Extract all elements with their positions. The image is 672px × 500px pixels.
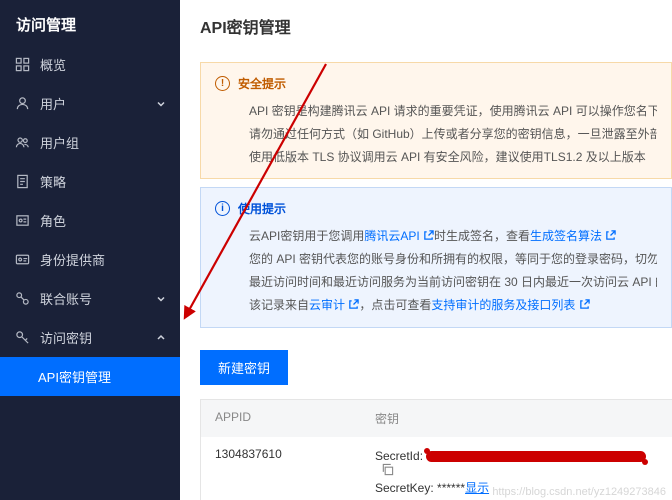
security-alert: ! 安全提示 API 密钥是构建腾讯云 API 请求的重要凭证，使用腾讯云 AP… [200, 62, 672, 179]
sig-link[interactable]: 生成签名算法 [530, 229, 616, 243]
watermark: https://blog.csdn.net/yz1249273846 [492, 486, 666, 498]
sidebar: 访问管理 概览 用户 用户组 策略 角色 身份提供商 联合账 [0, 0, 180, 500]
chevron-down-icon [156, 291, 166, 306]
sidebar-item-label: 用户组 [40, 133, 79, 152]
alert-item: 云API密钥用于您调用腾讯云API 时生成签名，查看生成签名算法 [249, 225, 657, 248]
table-header: APPID 密钥 [201, 400, 672, 437]
col-key: 密钥 [361, 400, 672, 437]
external-link-icon [423, 226, 434, 237]
sidebar-item-label: 角色 [40, 211, 66, 230]
key-icon [14, 330, 30, 346]
user-icon [14, 96, 30, 112]
col-appid: APPID [201, 400, 361, 437]
external-link-icon [348, 295, 359, 306]
external-link-icon [579, 295, 590, 306]
create-key-button[interactable]: 新建密钥 [200, 350, 288, 385]
sidebar-item-usergroups[interactable]: 用户组 [0, 123, 180, 162]
sidebar-item-federated[interactable]: 联合账号 [0, 279, 180, 318]
role-icon [14, 213, 30, 229]
cell-appid: 1304837610 [201, 437, 361, 500]
sidebar-item-accesskeys[interactable]: 访问密钥 [0, 318, 180, 357]
copy-icon[interactable] [381, 463, 394, 476]
dashboard-icon [14, 57, 30, 73]
chevron-up-icon [156, 330, 166, 345]
sidebar-item-overview[interactable]: 概览 [0, 45, 180, 84]
audit-services-link[interactable]: 支持审计的服务及接口列表 [431, 298, 589, 312]
secretkey-label: SecretKey: [375, 481, 437, 495]
audit-link[interactable]: 云审计 [309, 298, 359, 312]
sidebar-item-label: 策略 [40, 172, 66, 191]
sidebar-item-label: 概览 [40, 55, 66, 74]
sidebar-item-label: 联合账号 [40, 289, 92, 308]
sidebar-item-policies[interactable]: 策略 [0, 162, 180, 201]
sidebar-item-label: 用户 [40, 94, 66, 113]
sidebar-item-label: API密钥管理 [38, 367, 111, 386]
id-icon [14, 252, 30, 268]
api-link[interactable]: 腾讯云API [364, 229, 434, 243]
secretid-label: SecretId: [375, 449, 426, 463]
alert-item: API 密钥是构建腾讯云 API 请求的重要凭证，使用腾讯云 API 可以操作您… [249, 100, 657, 123]
info-icon: i [215, 201, 230, 216]
sidebar-item-users[interactable]: 用户 [0, 84, 180, 123]
key-table: APPID 密钥 1304837610 SecretId: SecretKey:… [200, 399, 672, 500]
alert-title: 使用提示 [238, 200, 286, 217]
sidebar-item-label: 访问密钥 [40, 328, 92, 347]
link-icon [14, 291, 30, 307]
page-title: API密钥管理 [180, 0, 672, 54]
secretkey-mask: ****** [437, 481, 465, 495]
show-key-link[interactable]: 显示 [465, 481, 489, 495]
sidebar-item-idp[interactable]: 身份提供商 [0, 240, 180, 279]
sidebar-item-label: 身份提供商 [40, 250, 105, 269]
usage-alert: i 使用提示 云API密钥用于您调用腾讯云API 时生成签名，查看生成签名算法 … [200, 187, 672, 327]
users-icon [14, 135, 30, 151]
alert-item: 您的 API 密钥代表您的账号身份和所拥有的权限，等同于您的登录密码，切勿泄露他… [249, 248, 657, 271]
sidebar-item-api-keys[interactable]: API密钥管理 [0, 357, 180, 396]
sidebar-title: 访问管理 [0, 0, 180, 45]
sidebar-item-roles[interactable]: 角色 [0, 201, 180, 240]
main-content: API密钥管理 ! 安全提示 API 密钥是构建腾讯云 API 请求的重要凭证，… [180, 0, 672, 500]
alert-title: 安全提示 [238, 75, 286, 92]
redacted-secretid [426, 451, 646, 462]
document-icon [14, 174, 30, 190]
warning-icon: ! [215, 76, 230, 91]
chevron-down-icon [156, 96, 166, 111]
alert-item: 最近访问时间和最近访问服务为当前访问密钥在 30 日内最近一次访问云 API 的… [249, 271, 657, 317]
alert-item: 请勿通过任何方式（如 GitHub）上传或者分享您的密钥信息，一旦泄露至外部渠道… [249, 123, 657, 146]
external-link-icon [605, 226, 616, 237]
alert-item: 使用低版本 TLS 协议调用云 API 有安全风险，建议使用TLS1.2 及以上… [249, 146, 657, 169]
